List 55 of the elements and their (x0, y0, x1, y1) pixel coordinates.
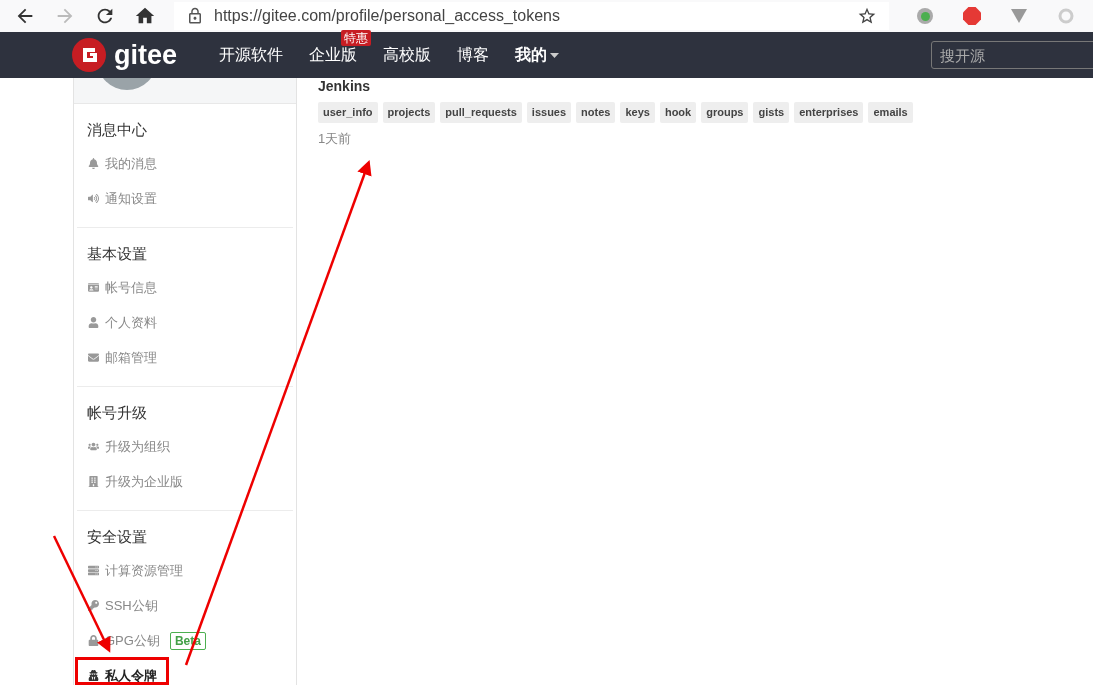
url-text: https://gitee.com/profile/personal_access_tokens (214, 6, 560, 26)
sidebar-item[interactable]: 计算资源管理 (77, 560, 187, 581)
search-field[interactable]: 搜开源 (931, 41, 1093, 69)
star-icon[interactable] (857, 6, 877, 26)
scope-tag: pull_requests (440, 102, 522, 123)
nav-link[interactable]: 企业版 (309, 46, 358, 63)
section-heading: 基本设置 (87, 243, 147, 264)
scope-tag: keys (620, 102, 655, 123)
section-heading: 安全设置 (87, 526, 147, 547)
spy-icon (88, 670, 99, 681)
scope-tag: emails (868, 102, 913, 123)
sidebar-item[interactable]: 升级为组织 (77, 436, 174, 457)
id-card-icon (88, 282, 99, 293)
lock-icon (88, 635, 99, 646)
scope-tag: notes (576, 102, 616, 123)
token-time: 1天前 (318, 130, 353, 148)
scope-tag: groups (701, 102, 749, 123)
logo-text[interactable]: gitee (114, 34, 178, 76)
server-icon (88, 565, 99, 576)
nav-link[interactable]: 博客 (457, 46, 490, 63)
sidebar-item[interactable]: 通知设置 (77, 188, 161, 209)
building-icon (88, 476, 99, 487)
sidebar-item[interactable]: SSH公钥 (77, 595, 162, 616)
triangle-icon[interactable] (1011, 9, 1027, 23)
user-icon (88, 317, 99, 328)
section-heading: 帐号升级 (87, 402, 147, 423)
sidebar-item[interactable]: 私人令牌 (77, 665, 161, 685)
token-name: Jenkins (318, 78, 372, 94)
scope-tag: gists (753, 102, 790, 123)
key-icon (88, 600, 99, 611)
user-menu[interactable]: 我的 (515, 43, 560, 67)
scope-tag: enterprises (794, 102, 864, 123)
sidebar-item[interactable]: 个人资料 (77, 312, 161, 333)
sidebar-item[interactable]: 邮箱管理 (77, 347, 161, 368)
extension-icon[interactable] (917, 8, 933, 24)
section-heading: 消息中心 (87, 119, 147, 140)
scope-tag: projects (382, 102, 436, 123)
envelope-icon (88, 352, 99, 363)
lock-icon (186, 7, 204, 25)
sidebar-item[interactable]: 升级为企业版 (77, 471, 187, 492)
sidebar-item[interactable]: 我的消息 (77, 153, 161, 174)
logo-icon (72, 38, 106, 72)
nav-link[interactable]: 开源软件 (219, 46, 284, 63)
group-icon (88, 441, 99, 452)
speaker-icon (88, 193, 99, 204)
sidebar-item[interactable]: 帐号信息 (77, 277, 161, 298)
address-bar[interactable]: https://gitee.com/profile/personal_access_tokens (174, 2, 889, 30)
promo-badge: 特惠 (341, 30, 372, 46)
scope-tag: issues (526, 102, 572, 123)
scope-tag: user_info (318, 102, 378, 123)
scope-tag: hook (659, 102, 697, 123)
caret-icon (550, 52, 560, 58)
nav-link[interactable]: 高校版 (383, 46, 432, 63)
adblock-icon[interactable] (963, 7, 981, 25)
bell-icon (88, 158, 99, 169)
